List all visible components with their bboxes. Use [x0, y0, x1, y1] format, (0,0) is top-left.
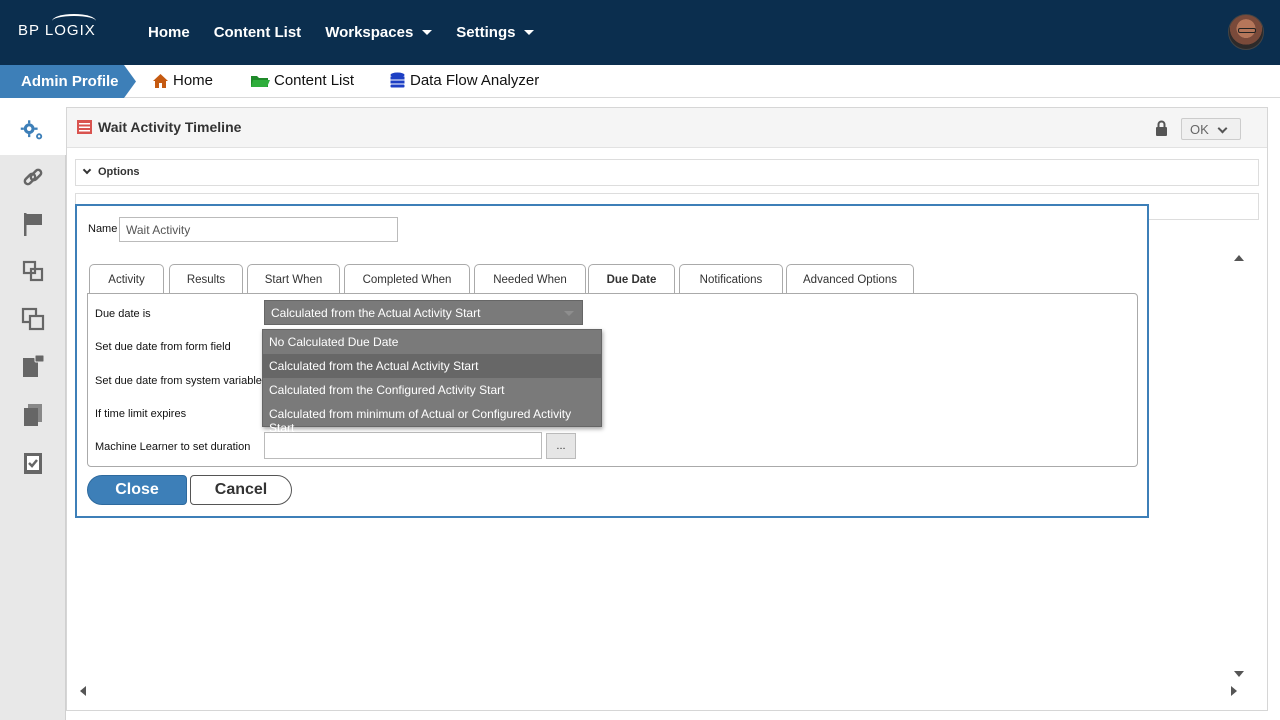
link-icon[interactable] — [20, 165, 46, 191]
scroll-left-arrow[interactable] — [80, 686, 86, 696]
topnav-home[interactable]: Home — [148, 24, 190, 41]
machine-learner-input[interactable] — [264, 432, 542, 459]
secondary-navbar: Admin Profile Home Content List Data Flo… — [0, 65, 1280, 98]
options-section[interactable]: Options — [75, 159, 1259, 186]
home-icon — [153, 73, 168, 88]
top-nav: Home Content List Workspaces Settings — [148, 24, 558, 41]
due-date-dropdown-list: No Calculated Due Date Calculated from t… — [262, 329, 602, 435]
topnav-workspaces-label: Workspaces — [325, 24, 414, 41]
topnav-settings[interactable]: Settings — [456, 24, 535, 41]
chevron-down-icon — [422, 30, 433, 35]
admin-profile-tab[interactable]: Admin Profile — [0, 65, 136, 98]
window-title: Wait Activity Timeline — [98, 119, 242, 135]
name-input[interactable]: Wait Activity — [119, 217, 398, 242]
scroll-up-arrow[interactable] — [1234, 255, 1244, 261]
option-actual-activity-start[interactable]: Calculated from the Actual Activity Star… — [263, 354, 601, 378]
gears-icon[interactable] — [20, 118, 46, 144]
scroll-down-arrow[interactable] — [1234, 671, 1244, 677]
name-label: Name — [88, 223, 118, 235]
tab-due-date[interactable]: Due Date — [588, 264, 675, 295]
due-date-select[interactable]: Calculated from the Actual Activity Star… — [264, 300, 583, 325]
secnav-home[interactable]: Home — [152, 72, 213, 89]
wait-activity-dialog: Name Wait Activity Activity Results Star… — [75, 204, 1149, 518]
checklist-icon[interactable] — [20, 450, 46, 476]
topnav-content-list[interactable]: Content List — [214, 24, 302, 41]
machine-learner-label: Machine Learner to set duration — [95, 441, 251, 453]
layers-icon[interactable] — [20, 258, 46, 284]
bp-logix-logo[interactable]: BP LOGIX — [18, 14, 96, 39]
ok-label: OK — [1190, 122, 1209, 137]
documents-icon[interactable] — [20, 402, 46, 428]
chevron-down-icon — [564, 311, 574, 316]
topnav-content-list-label: Content List — [213, 24, 302, 41]
due-date-panel: Due date is Calculated from the Actual A… — [87, 293, 1138, 467]
lock-icon[interactable] — [1155, 120, 1168, 136]
chevron-down-icon — [1217, 123, 1228, 134]
avatar[interactable] — [1228, 14, 1264, 50]
secnav-data-flow-analyzer[interactable]: Data Flow Analyzer — [389, 72, 539, 89]
options-label: Options — [98, 166, 140, 178]
topnav-home-label: Home — [148, 24, 190, 41]
lock-document-icon[interactable] — [20, 353, 46, 379]
chevron-down-icon — [524, 30, 535, 35]
time-limit-label: If time limit expires — [95, 408, 187, 420]
secnav-data-flow-analyzer-label: Data Flow Analyzer — [410, 72, 540, 89]
ok-button[interactable]: OK — [1181, 118, 1241, 140]
option-minimum-actual-configured[interactable]: Calculated from minimum of Actual or Con… — [263, 402, 601, 435]
tab-notifications[interactable]: Notifications — [679, 264, 783, 294]
secnav-home-label: Home — [173, 72, 214, 89]
tab-completed-when[interactable]: Completed When — [344, 264, 470, 294]
topnav-settings-label: Settings — [456, 24, 516, 41]
option-no-calculated-due-date[interactable]: No Calculated Due Date — [263, 330, 601, 354]
topnav-workspaces[interactable]: Workspaces — [325, 24, 433, 41]
flag-icon[interactable] — [20, 211, 46, 237]
ellipsis-button[interactable]: ... — [546, 433, 576, 459]
due-date-select-value: Calculated from the Actual Activity Star… — [271, 306, 481, 320]
close-button[interactable]: Close — [87, 475, 187, 505]
database-icon — [390, 72, 405, 88]
left-sidebar — [0, 107, 66, 720]
secnav-content-list-label: Content List — [274, 72, 355, 89]
window-titlebar: Wait Activity Timeline OK — [67, 108, 1267, 148]
cancel-button[interactable]: Cancel — [190, 475, 292, 505]
form-field-label: Set due date from form field — [95, 341, 231, 353]
due-date-label: Due date is — [95, 308, 151, 320]
copy-icon[interactable] — [20, 306, 46, 332]
folder-icon — [251, 75, 270, 87]
top-navbar: BP LOGIX Home Content List Workspaces Se… — [0, 0, 1280, 65]
timeline-icon — [77, 120, 92, 134]
scroll-right-arrow[interactable] — [1231, 686, 1237, 696]
option-configured-activity-start[interactable]: Calculated from the Configured Activity … — [263, 378, 601, 402]
chevron-down-icon — [82, 165, 92, 175]
tab-activity[interactable]: Activity — [89, 264, 164, 294]
tab-start-when[interactable]: Start When — [247, 264, 340, 294]
secnav-content-list[interactable]: Content List — [250, 72, 354, 89]
tab-needed-when[interactable]: Needed When — [474, 264, 586, 294]
tab-advanced-options[interactable]: Advanced Options — [786, 264, 914, 294]
system-variable-label: Set due date from system variable — [95, 375, 262, 387]
tab-results[interactable]: Results — [169, 264, 243, 294]
